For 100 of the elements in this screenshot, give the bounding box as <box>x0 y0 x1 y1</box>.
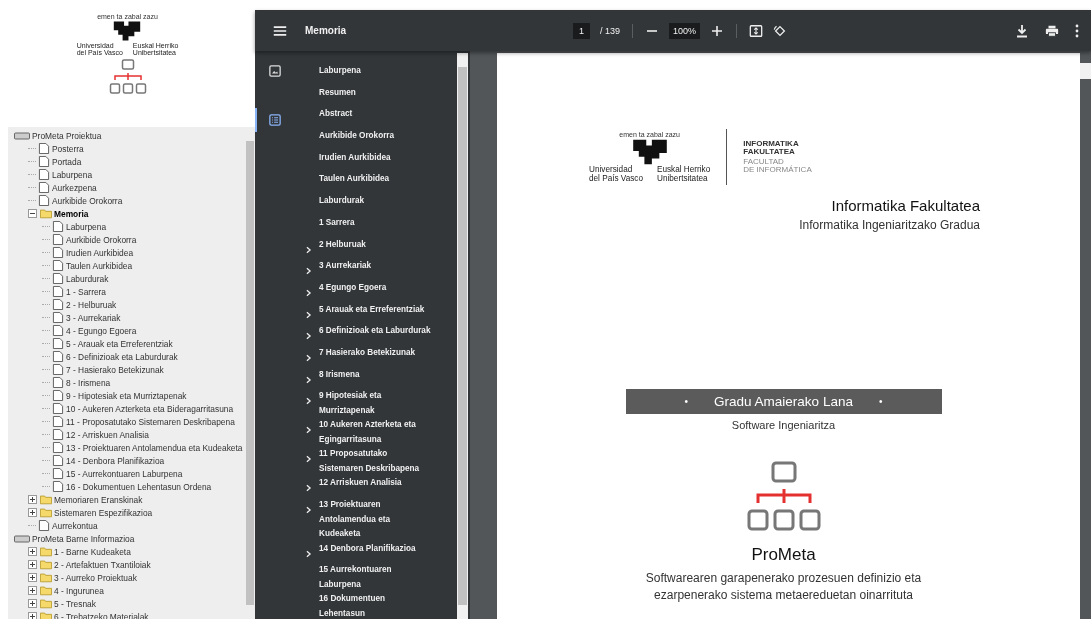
outline-item[interactable]: Abstract <box>319 107 353 122</box>
outline-item[interactable]: 15 Aurrekontuaren Laburpena <box>319 563 432 593</box>
folder-icon <box>40 208 52 219</box>
outline-item[interactable]: 5 Arauak eta Erreferentziak <box>319 302 425 318</box>
outline-item[interactable]: 11 Proposatutako Sistemaren Deskribapena <box>319 447 432 477</box>
tree-item[interactable]: 15 - Aurrekontuaren Laburpena <box>66 468 183 479</box>
chevron-icon[interactable] <box>305 288 312 297</box>
tree-item[interactable]: 8 - Irismena <box>66 377 111 388</box>
outline-item[interactable]: Laburdurak <box>319 194 365 209</box>
tree-item[interactable]: 14 - Denbora Planifikazioa <box>66 455 165 466</box>
tree-item[interactable]: Laburdurak <box>66 273 109 284</box>
tree-item[interactable]: Portada <box>52 156 82 167</box>
chevron-icon[interactable] <box>305 353 312 362</box>
outline-item[interactable]: Taulen Aurkibidea <box>319 172 390 187</box>
university-logo-icon <box>630 138 669 166</box>
document-icon <box>52 377 64 388</box>
outline-item[interactable]: 9 Hipotesiak eta Murriztapenak <box>319 389 432 419</box>
expand-icon[interactable] <box>28 586 37 595</box>
outline-item[interactable]: 2 Helburuak <box>319 237 366 252</box>
tree-item[interactable]: 4 - Egungo Egoera <box>66 325 137 336</box>
more-options-icon[interactable] <box>1075 23 1079 38</box>
tree-item[interactable]: Irudien Aurkibidea <box>66 247 134 258</box>
tree-item[interactable]: 13 - Proiektuaren Antolamendua eta Kudeaketa <box>66 442 243 453</box>
tree-item[interactable]: 5 - Tresnak <box>54 598 96 609</box>
tree-item[interactable]: 6 - Definizioak eta Laburdurak <box>66 351 178 362</box>
tree-item[interactable]: Aurkezpena <box>52 182 97 193</box>
tree-item[interactable]: Memoria <box>54 208 89 219</box>
outline-item[interactable]: 3 Aurrekariak <box>319 259 372 274</box>
tree-item[interactable]: ProMeta Barne Informazioa <box>32 533 135 544</box>
chevron-icon[interactable] <box>305 484 312 493</box>
tree-item[interactable]: Aurkibide Orokorra <box>52 195 123 206</box>
collapse-icon[interactable] <box>28 209 37 218</box>
outline-item[interactable]: Irudien Aurkibidea <box>319 150 391 166</box>
tree-item[interactable]: 6 - Trebatzeko Materialak <box>54 611 149 619</box>
tree-item[interactable]: 1 - Barne Kudeaketa <box>54 546 131 557</box>
chevron-icon[interactable] <box>305 375 312 384</box>
outline-item[interactable]: 6 Definizioak eta Laburdurak <box>319 324 431 339</box>
expand-icon[interactable] <box>28 599 37 608</box>
tree-item[interactable]: 9 - Hipotesiak eta Murriztapenak <box>66 390 187 401</box>
tree-item[interactable]: 3 - Aurreko Proiektuak <box>54 572 137 583</box>
print-icon[interactable] <box>1045 23 1059 38</box>
tree-item[interactable]: 4 - Ingurunea <box>54 585 104 596</box>
menu-icon[interactable] <box>273 23 287 38</box>
tree-item[interactable]: Memoriaren Eranskinak <box>54 494 143 505</box>
outline-item[interactable]: 16 Dokumentuen Lehentasun <box>319 592 432 619</box>
outline-item[interactable]: 10 Aukeren Azterketa eta Egingarritasuna <box>319 418 432 448</box>
zoom-field[interactable]: 100% <box>669 22 701 39</box>
tree-item[interactable]: 16 - Dokumentuen Lehentasun Ordena <box>66 481 212 492</box>
outline-item[interactable]: 12 Arriskuen Analisia <box>319 476 402 491</box>
zoom-in-icon[interactable] <box>710 23 725 38</box>
outline-item[interactable]: 13 Proiektuaren Antolamendua eta Kudeaketa <box>319 498 432 542</box>
tree-item[interactable]: Laburpena <box>66 221 107 232</box>
document-icon <box>52 455 64 466</box>
expand-icon[interactable] <box>28 560 37 569</box>
outline-item[interactable]: 7 Hasierako Betekizunak <box>319 345 416 361</box>
tree-item[interactable]: 2 - Helburuak <box>66 299 117 310</box>
list-icon <box>269 114 281 126</box>
tree-item[interactable]: 3 - Aurrekariak <box>66 312 121 323</box>
scrollbar[interactable] <box>457 53 468 619</box>
outline-item[interactable]: 1 Sarrera <box>319 215 355 231</box>
chevron-icon[interactable] <box>305 455 312 464</box>
chevron-icon[interactable] <box>305 310 312 319</box>
outline-item[interactable]: 8 Irismena <box>319 367 360 383</box>
outline-item[interactable]: 4 Egungo Egoera <box>319 280 387 296</box>
tree-item[interactable]: Posterra <box>52 143 84 154</box>
expand-icon[interactable] <box>28 573 37 582</box>
outline-item[interactable]: Resumen <box>319 85 356 101</box>
expand-icon[interactable] <box>28 612 37 619</box>
expand-icon[interactable] <box>28 508 37 517</box>
chevron-icon[interactable] <box>305 267 312 276</box>
tree-item[interactable]: 10 - Aukeren Azterketa eta Bideragarritasuna <box>66 403 234 414</box>
tree-item[interactable]: Aurrekontua <box>52 520 98 531</box>
chevron-icon[interactable] <box>305 506 312 514</box>
drive-icon <box>14 534 30 543</box>
tree-item[interactable]: Laburpena <box>52 169 93 180</box>
tree-item[interactable]: Taulen Aurkibidea <box>66 260 133 271</box>
chevron-icon[interactable] <box>305 426 312 435</box>
tree-item[interactable]: 7 - Hasierako Betekizunak <box>66 364 164 375</box>
chevron-icon[interactable] <box>305 332 312 341</box>
chevron-icon[interactable] <box>305 245 312 254</box>
tree-item[interactable]: 1 - Sarrera <box>66 286 107 297</box>
download-icon[interactable] <box>1015 23 1029 38</box>
expand-icon[interactable] <box>28 547 37 556</box>
project-name: ProMeta <box>751 545 816 565</box>
page-number-field[interactable]: 1 <box>573 22 590 39</box>
tree-item[interactable]: Sistemaren Espezifikazioa <box>54 507 153 518</box>
outline-item[interactable]: Laburpena <box>319 64 361 79</box>
tree-item[interactable]: ProMeta Proiektua <box>32 130 102 141</box>
rotate-icon[interactable] <box>773 23 788 38</box>
fit-page-icon[interactable] <box>749 23 764 38</box>
tree-item[interactable]: 5 - Arauak eta Erreferentziak <box>66 338 173 349</box>
outline-item[interactable]: 14 Denbora Planifikazioa <box>319 541 416 556</box>
tree-item[interactable]: 2 - Artefaktuen Txantiloiak <box>54 559 151 570</box>
tree-item[interactable]: 12 - Arriskuen Analisia <box>66 429 149 440</box>
chevron-icon[interactable] <box>305 549 312 558</box>
expand-icon[interactable] <box>28 495 37 504</box>
tree-item[interactable]: 11 - Proposatutako Sistemaren Deskribapena <box>66 416 235 427</box>
chevron-icon[interactable] <box>305 397 312 406</box>
outline-item[interactable]: Aurkibide Orokorra <box>319 129 395 144</box>
tree-item[interactable]: Aurkibide Orokorra <box>66 234 137 245</box>
